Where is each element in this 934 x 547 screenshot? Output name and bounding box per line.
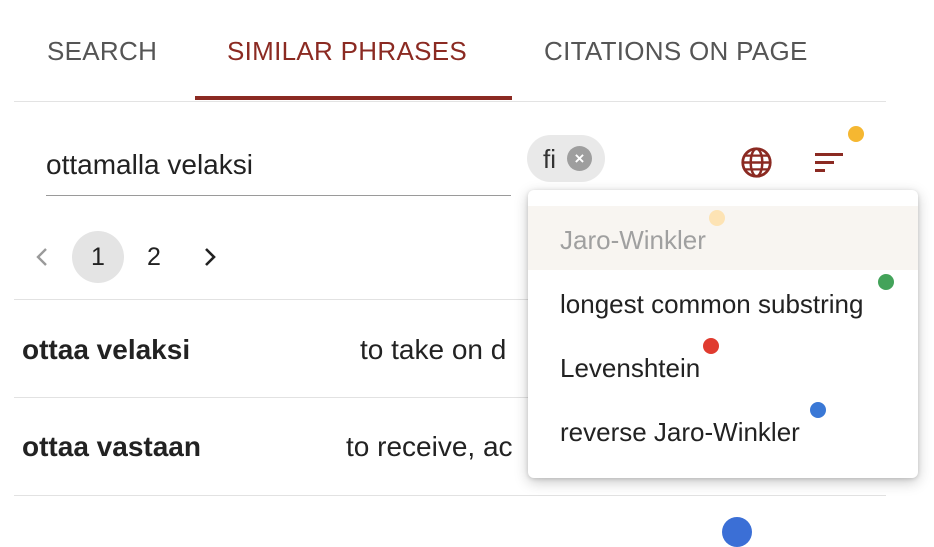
page-button-1[interactable]: 1 xyxy=(72,231,124,283)
tab-similar-phrases[interactable]: SIMILAR PHRASES xyxy=(227,36,467,67)
result-phrase[interactable]: ottaa velaksi xyxy=(22,334,190,366)
sort-option-label: reverse Jaro-Winkler xyxy=(560,417,800,447)
result-translation: to take on d xyxy=(360,334,507,365)
page-button-2[interactable]: 2 xyxy=(128,231,180,283)
sort-option-reverse-jaro-winkler[interactable]: reverse Jaro-Winkler xyxy=(528,398,918,462)
globe-icon[interactable] xyxy=(740,146,773,179)
sort-option-label: Jaro-Winkler xyxy=(560,225,706,255)
metric-color-dot xyxy=(878,274,894,290)
close-circle-icon[interactable]: × xyxy=(567,146,592,171)
metric-color-dot xyxy=(709,210,725,226)
sort-icon[interactable] xyxy=(812,148,846,178)
status-dot xyxy=(722,517,752,547)
sort-menu: Jaro-Winkler longest common substring Le… xyxy=(528,190,918,478)
active-tab-indicator xyxy=(195,96,512,100)
tab-citations-on-page[interactable]: CITATIONS ON PAGE xyxy=(544,36,808,67)
language-chip-label: fi xyxy=(543,144,556,174)
language-chip[interactable]: fi × xyxy=(527,135,605,182)
sort-option-label: Levenshtein xyxy=(560,353,701,383)
sort-option-jaro-winkler[interactable]: Jaro-Winkler xyxy=(528,206,918,270)
metric-color-dot xyxy=(703,338,719,354)
sort-option-longest-common-substring[interactable]: longest common substring xyxy=(528,270,918,334)
divider xyxy=(14,495,886,496)
sort-option-label: longest common substring xyxy=(560,289,864,319)
chevron-right-icon[interactable] xyxy=(198,238,222,276)
result-phrase[interactable]: ottaa vastaan xyxy=(22,431,201,463)
search-input[interactable] xyxy=(46,134,511,196)
tab-bar: SEARCH SIMILAR PHRASES CITATIONS ON PAGE xyxy=(14,0,886,102)
chevron-left-icon[interactable] xyxy=(30,238,54,276)
tab-search[interactable]: SEARCH xyxy=(47,36,157,67)
sort-option-levenshtein[interactable]: Levenshtein xyxy=(528,334,918,398)
sort-badge-dot xyxy=(848,126,864,142)
result-translation: to receive, ac xyxy=(346,431,513,462)
metric-color-dot xyxy=(810,402,826,418)
